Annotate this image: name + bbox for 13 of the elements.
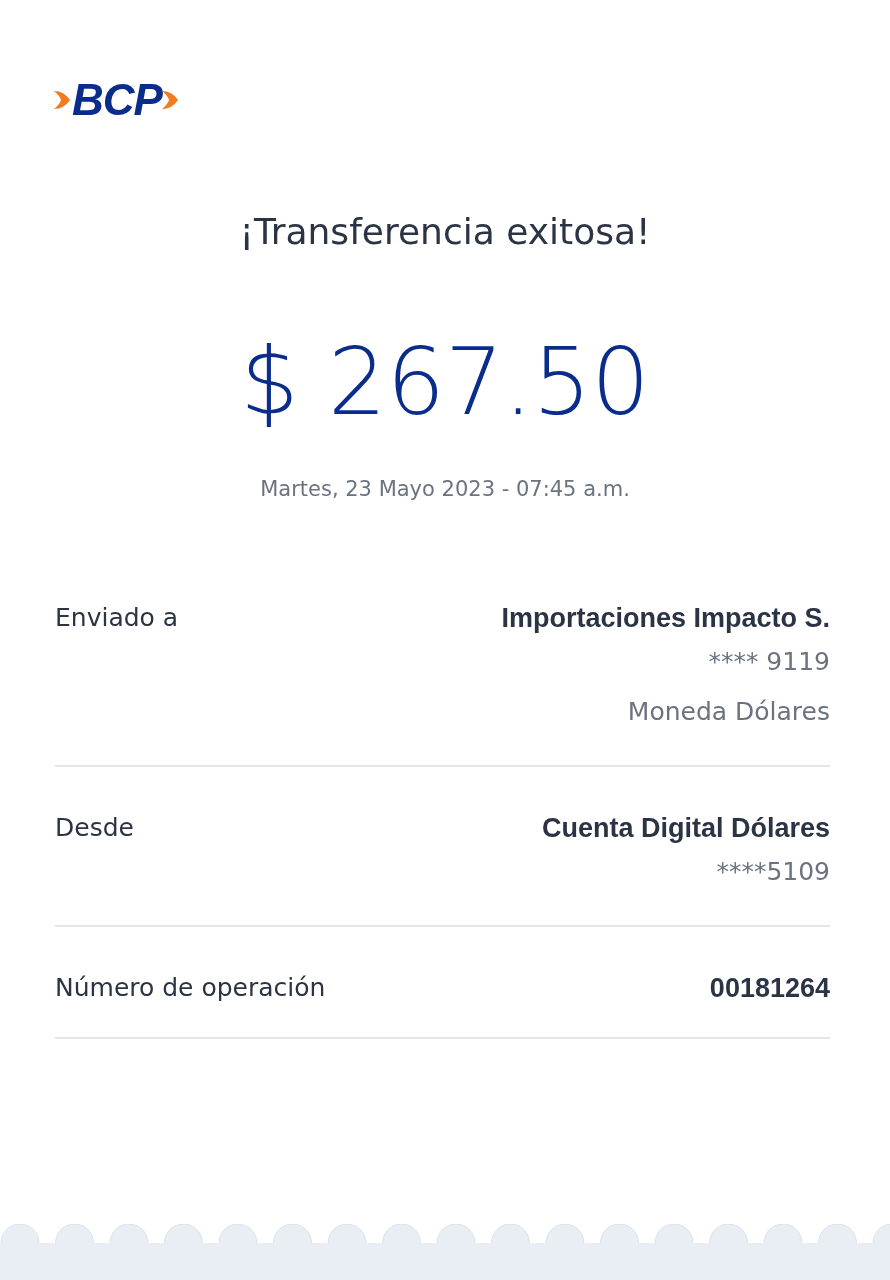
detail-value: 00181264 (709, 972, 830, 1005)
detail-subtext: Moneda Dólares (627, 696, 830, 728)
detail-value: Importaciones Impacto S. (501, 602, 830, 635)
detail-subtext: **** 9119 (708, 646, 830, 678)
detail-value: Cuenta Digital Dólares (541, 812, 830, 845)
date-time: Martes, 23 Mayo 2023 - 07:45 a.m. (259, 476, 631, 503)
detail-subtext: ****5109 (716, 856, 830, 888)
bank-logo: BCP (72, 76, 162, 124)
detail-label: Desde (55, 812, 134, 844)
amount: $ 267.50 (239, 328, 651, 438)
detail-label: Enviado a (55, 602, 179, 634)
detail-label: Número de operación (55, 972, 326, 1004)
success-title: ¡Transferencia exitosa! (238, 210, 652, 254)
